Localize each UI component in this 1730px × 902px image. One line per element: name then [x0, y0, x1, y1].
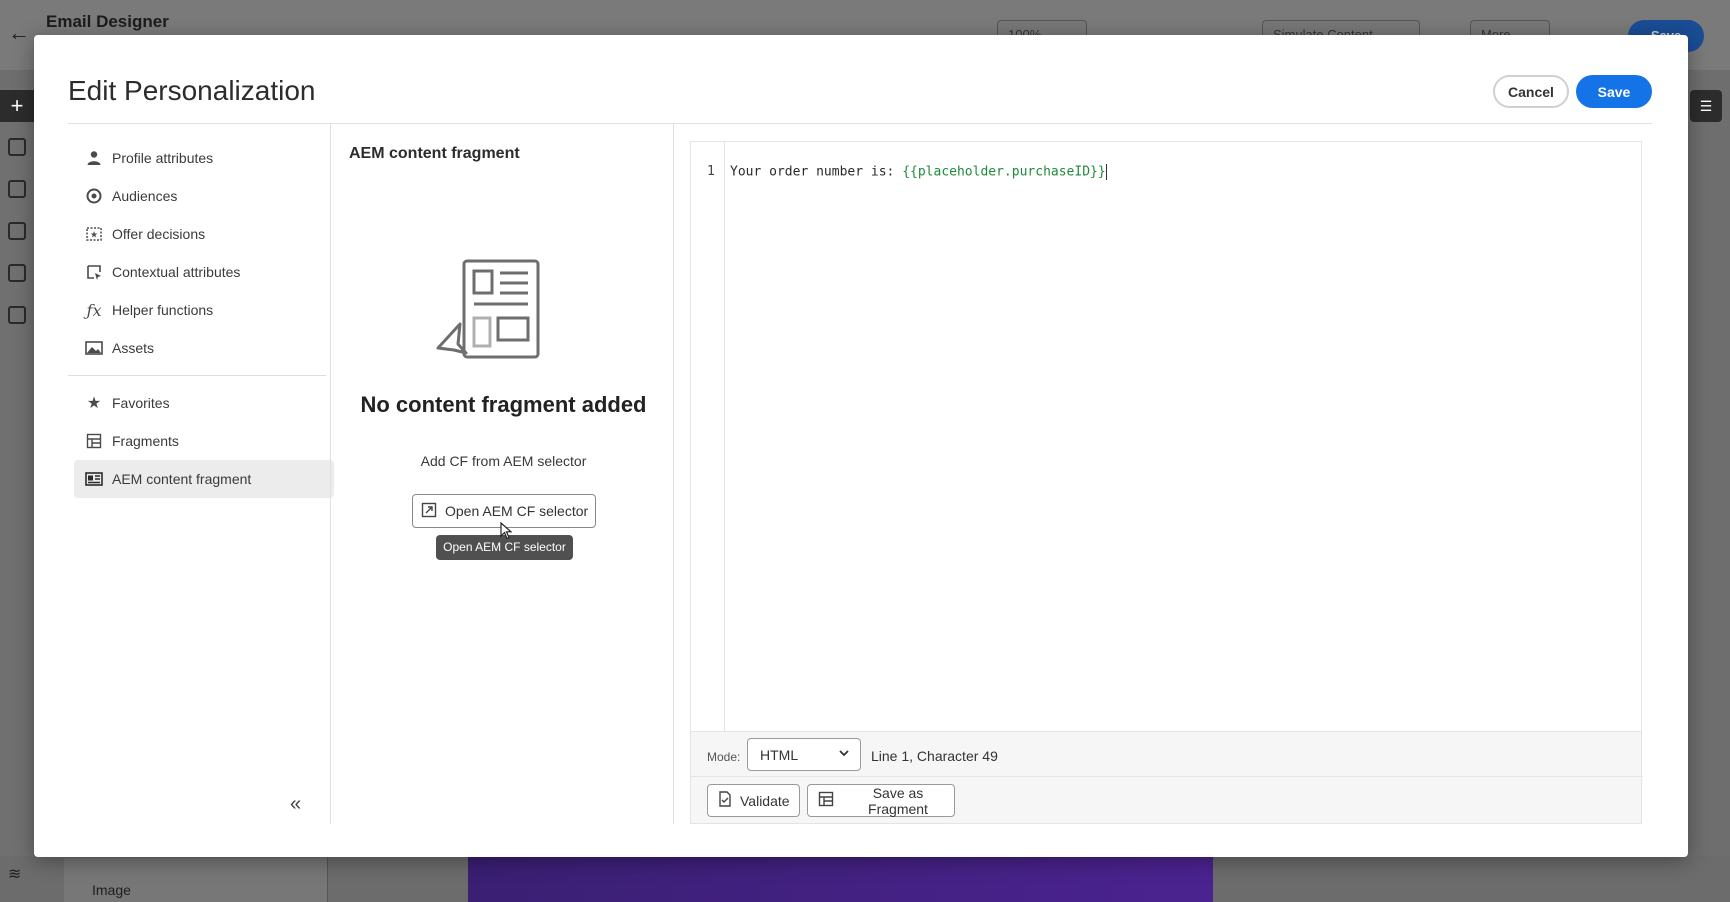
nav-item-label: Contextual attributes [112, 264, 241, 280]
nav-item-favorites[interactable]: ★ Favorites [74, 384, 334, 422]
cancel-button[interactable]: Cancel [1493, 75, 1569, 108]
footer-divider [691, 776, 1643, 777]
nav-item-fragments[interactable]: Fragments [74, 422, 334, 460]
layers-icon[interactable] [8, 222, 26, 240]
panel-title: AEM content fragment [349, 145, 520, 162]
nav-divider [68, 375, 326, 376]
email-banner-preview [468, 856, 1213, 902]
function-icon: ƒx [86, 300, 102, 320]
open-selector-label: Open AEM CF selector [445, 503, 589, 519]
nav-item-profile-attributes[interactable]: Profile attributes [74, 139, 334, 177]
structure-icon[interactable] [8, 138, 26, 156]
aem-icon [84, 469, 104, 489]
nav-item-label: Profile attributes [112, 150, 214, 166]
star-icon: ★ [86, 395, 102, 412]
chevron-down-icon [838, 747, 850, 762]
nav-item-helper-functions[interactable]: ƒx Helper functions [74, 291, 334, 329]
mode-select[interactable]: HTML [747, 738, 861, 771]
column-divider [673, 124, 674, 824]
text-caret [1105, 164, 1107, 180]
nav-item-contextual-attributes[interactable]: Contextual attributes [74, 253, 334, 291]
app-title: Email Designer [46, 12, 169, 31]
nav-item-audiences[interactable]: Audiences [74, 177, 334, 215]
person-icon [84, 148, 104, 168]
empty-state-title: No content fragment added [360, 392, 647, 417]
line-gutter [691, 142, 725, 731]
content-fragment-illustration-icon [436, 259, 540, 359]
offer-icon: ★ [84, 224, 104, 244]
nav-item-assets[interactable]: Assets [74, 329, 334, 367]
add-icon[interactable]: + [0, 90, 34, 122]
left-rail [0, 88, 34, 902]
image-component-label[interactable]: Image [92, 882, 131, 898]
mode-label: Mode: [707, 750, 741, 764]
nav-item-label: Audiences [112, 188, 178, 204]
audiences-icon [84, 186, 104, 206]
content-icon[interactable] [8, 180, 26, 198]
fragment-icon [818, 791, 834, 810]
nav-item-label: Offer decisions [112, 226, 206, 242]
editor-footer: Mode: HTML Line 1, Character 49 Validate… [690, 732, 1643, 824]
validate-icon [718, 791, 732, 810]
code-text: Your order number is: [730, 164, 903, 180]
edit-personalization-dialog: Edit Personalization Cancel Save Profile… [34, 35, 1688, 857]
link-icon[interactable] [8, 264, 26, 282]
mouse-cursor-icon [500, 521, 513, 545]
back-arrow-icon[interactable]: ← [8, 22, 30, 44]
save-as-fragment-label: Save as Fragment [868, 784, 928, 817]
image-icon [84, 338, 104, 358]
dialog-title: Edit Personalization [68, 75, 316, 106]
contextual-icon [84, 262, 104, 282]
cursor-position: Line 1, Character 49 [871, 748, 998, 764]
layers-bottom-icon[interactable]: ≋ [8, 864, 28, 884]
validate-button[interactable]: Validate [707, 784, 800, 817]
nav-item-offer-decisions[interactable]: ★ Offer decisions [74, 215, 334, 253]
nav-item-label: Favorites [112, 395, 170, 411]
settings-sliders-icon[interactable]: ☰ [1690, 90, 1722, 122]
column-divider [330, 124, 331, 824]
validate-label: Validate [740, 792, 790, 809]
nav-item-aem-content-fragment[interactable]: AEM content fragment [74, 460, 334, 498]
nav-item-label: AEM content fragment [112, 471, 252, 487]
nav-item-label: Assets [112, 340, 155, 356]
code-editor[interactable]: 1 Your order number is: {{placeholder.pu… [690, 141, 1642, 732]
nav-item-label: Helper functions [112, 302, 214, 318]
personalization-nav: Profile attributes Audiences ★ Offer dec… [68, 139, 334, 498]
svg-text:★: ★ [90, 230, 98, 240]
mode-value: HTML [760, 746, 799, 763]
grid-icon[interactable] [8, 306, 26, 324]
header-divider [68, 123, 1652, 124]
code-line[interactable]: Your order number is: {{placeholder.purc… [730, 164, 1107, 180]
nav-item-label: Fragments [112, 433, 179, 449]
save-as-fragment-button[interactable]: Save as Fragment [807, 784, 955, 817]
collapse-panel-icon[interactable]: « [290, 793, 301, 816]
empty-state-subtitle: Add CF from AEM selector [420, 453, 587, 469]
code-expression: {{placeholder.purchaseID}} [902, 164, 1106, 180]
save-button[interactable]: Save [1576, 75, 1652, 108]
fragment-icon [84, 431, 104, 451]
open-selector-icon [421, 502, 437, 521]
line-number: 1 [707, 164, 715, 179]
